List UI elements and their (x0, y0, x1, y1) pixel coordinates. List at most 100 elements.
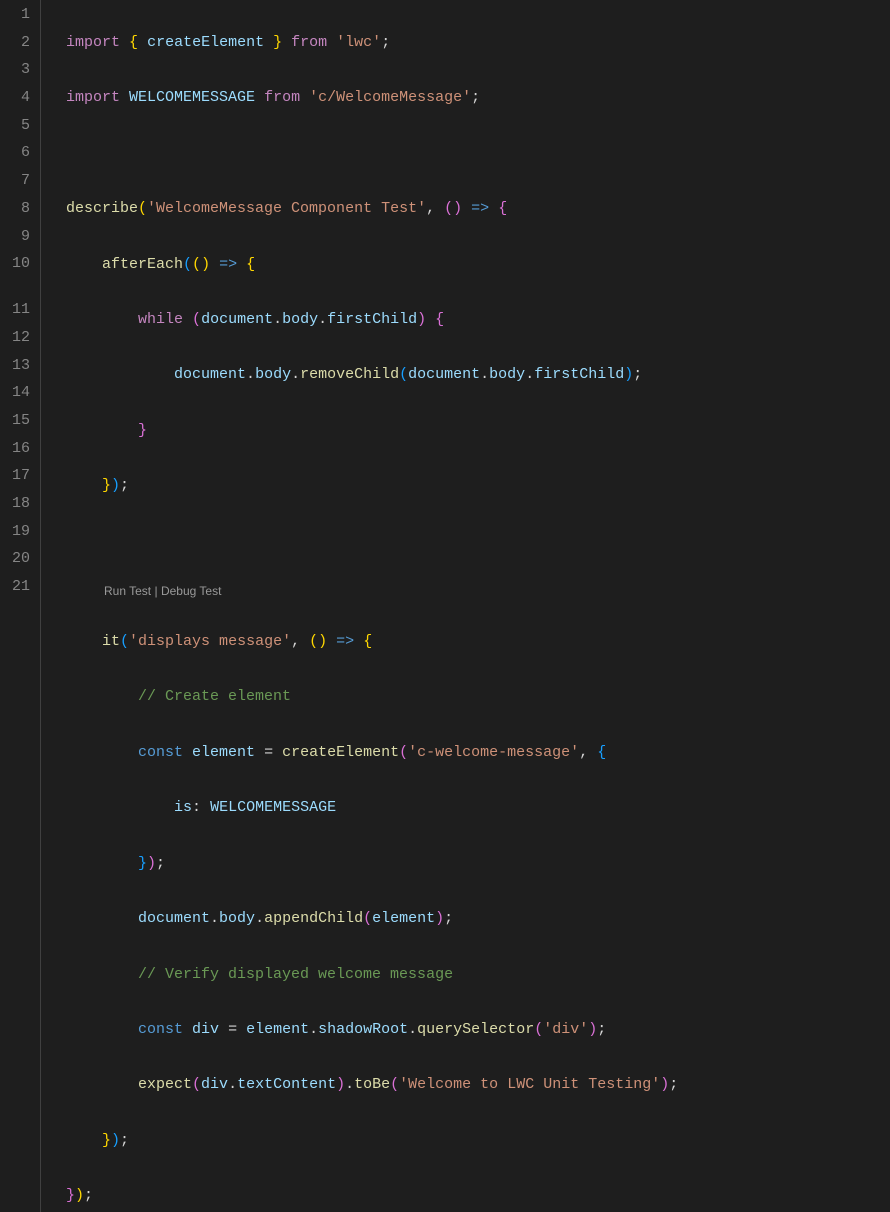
code-line[interactable]: const element = createElement('c-welcome… (66, 739, 890, 767)
punct: . (228, 1076, 237, 1093)
fn-call: createElement (282, 744, 399, 761)
brace: { (246, 256, 255, 273)
code-line[interactable]: }); (66, 1127, 890, 1155)
code-line[interactable]: import { createElement } from 'lwc'; (66, 29, 890, 57)
punct: = (228, 1021, 237, 1038)
line-number: 3 (0, 56, 30, 84)
brace: { (498, 200, 507, 217)
code-area[interactable]: import { createElement } from 'lwc'; imp… (40, 0, 890, 1212)
paren: ) (75, 1187, 84, 1204)
punct: ; (120, 477, 129, 494)
brace: } (66, 1187, 75, 1204)
code-line[interactable]: }); (66, 472, 890, 500)
code-line[interactable]: is: WELCOMEMESSAGE (66, 794, 890, 822)
identifier: element (372, 910, 435, 927)
code-line[interactable]: }); (66, 850, 890, 878)
paren: ) (201, 256, 210, 273)
line-number: 12 (0, 324, 30, 352)
punct: . (255, 910, 264, 927)
identifier: is (174, 799, 192, 816)
brace: { (129, 34, 138, 51)
punct: ; (156, 855, 165, 872)
paren: ) (318, 633, 327, 650)
identifier: textContent (237, 1076, 336, 1093)
code-line[interactable]: } (66, 417, 890, 445)
identifier: WELCOMEMESSAGE (129, 89, 255, 106)
paren: ) (624, 366, 633, 383)
code-line[interactable]: }); (66, 1182, 890, 1210)
code-editor[interactable]: 1 2 3 4 5 6 7 8 9 10 11 12 13 14 15 16 1… (0, 0, 890, 1212)
identifier: body (219, 910, 255, 927)
code-line[interactable]: expect(div.textContent).toBe('Welcome to… (66, 1071, 890, 1099)
paren: ( (390, 1076, 399, 1093)
paren: ) (111, 477, 120, 494)
punct: . (525, 366, 534, 383)
line-number: 17 (0, 462, 30, 490)
paren: ( (120, 633, 129, 650)
line-number: 13 (0, 352, 30, 380)
arrow: => (336, 633, 354, 650)
code-line[interactable]: afterEach(() => { (66, 251, 890, 279)
paren: ( (192, 1076, 201, 1093)
codelens-run-test[interactable]: Run Test (104, 584, 151, 598)
line-number: 18 (0, 490, 30, 518)
identifier: firstChild (327, 311, 417, 328)
keyword-import: import (66, 89, 120, 106)
code-line[interactable] (66, 528, 890, 556)
punct: : (192, 799, 201, 816)
paren: ( (534, 1021, 543, 1038)
code-line[interactable]: document.body.removeChild(document.body.… (66, 361, 890, 389)
line-number: 20 (0, 545, 30, 573)
codelens-debug-test[interactable]: Debug Test (161, 584, 222, 598)
fn-describe: describe (66, 200, 138, 217)
fn-call: toBe (354, 1076, 390, 1093)
code-line[interactable]: // Create element (66, 683, 890, 711)
punct: ; (84, 1187, 93, 1204)
brace: { (597, 744, 606, 761)
identifier: div (192, 1021, 219, 1038)
paren: ( (363, 910, 372, 927)
identifier: document (201, 311, 273, 328)
line-number: 21 (0, 573, 30, 601)
identifier: createElement (147, 34, 264, 51)
brace: } (102, 1132, 111, 1149)
comment: // Verify displayed welcome message (138, 966, 453, 983)
paren: ( (138, 200, 147, 217)
code-line[interactable]: const div = element.shadowRoot.querySele… (66, 1016, 890, 1044)
paren: ) (147, 855, 156, 872)
punct: . (408, 1021, 417, 1038)
codelens: Run Test | Debug Test (66, 580, 890, 602)
string: 'WelcomeMessage Component Test' (147, 200, 426, 217)
keyword-from: from (291, 34, 327, 51)
identifier: body (282, 311, 318, 328)
string: 'lwc' (336, 34, 381, 51)
string: 'displays message' (129, 633, 291, 650)
code-line[interactable]: while (document.body.firstChild) { (66, 306, 890, 334)
punct: ; (471, 89, 480, 106)
keyword-import: import (66, 34, 120, 51)
keyword-const: const (138, 744, 183, 761)
code-line[interactable]: // Verify displayed welcome message (66, 961, 890, 989)
paren: ( (399, 744, 408, 761)
keyword-while: while (138, 311, 183, 328)
brace: } (138, 422, 147, 439)
punct: . (273, 311, 282, 328)
line-number: 11 (0, 278, 30, 324)
brace: } (273, 34, 282, 51)
line-number: 8 (0, 195, 30, 223)
fn-it: it (102, 633, 120, 650)
punct: . (210, 910, 219, 927)
code-line[interactable]: import WELCOMEMESSAGE from 'c/WelcomeMes… (66, 84, 890, 112)
arrow: => (219, 256, 237, 273)
line-number-gutter: 1 2 3 4 5 6 7 8 9 10 11 12 13 14 15 16 1… (0, 0, 40, 1212)
code-line[interactable]: describe('WelcomeMessage Component Test'… (66, 195, 890, 223)
line-number: 19 (0, 518, 30, 546)
code-line[interactable]: it('displays message', () => { (66, 628, 890, 656)
identifier: WELCOMEMESSAGE (210, 799, 336, 816)
line-number: 2 (0, 29, 30, 57)
fn-aftereach: afterEach (102, 256, 183, 273)
code-line[interactable]: document.body.appendChild(element); (66, 905, 890, 933)
paren: ( (192, 256, 201, 273)
brace: } (102, 477, 111, 494)
code-line[interactable] (66, 140, 890, 168)
